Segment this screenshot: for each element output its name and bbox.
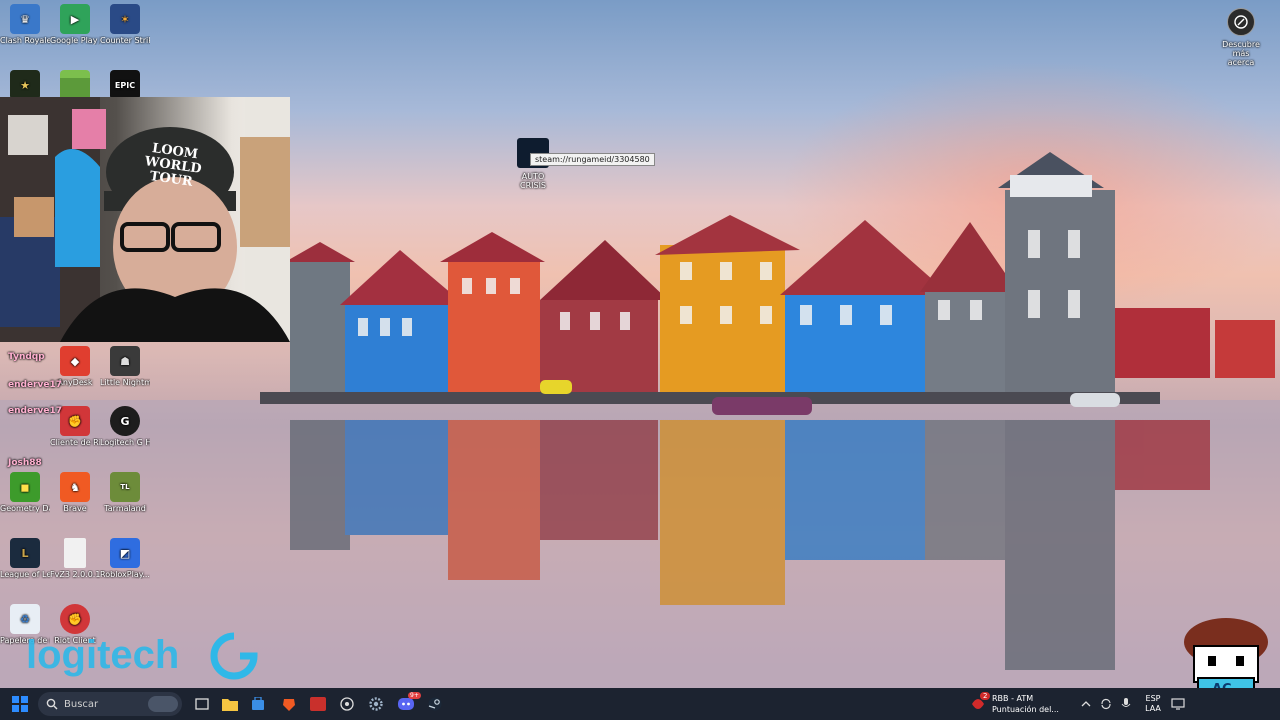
discord-button[interactable]: 9+ (394, 692, 421, 716)
desktop-icon-roblox[interactable]: ◩ RobloxPlay... (100, 538, 150, 579)
chevron-up-icon (1081, 701, 1091, 707)
desktop-icon-geometry-dash[interactable]: ◼ Geometry Dash (0, 472, 50, 513)
keyboard-layout: LAA (1145, 704, 1161, 713)
search-highlight-icon (148, 696, 178, 712)
desktop-icon-label: Clash Royale (0, 36, 50, 45)
file-icon (64, 538, 86, 568)
chat-username: Tyndqp (8, 352, 45, 362)
language-code: ESP (1145, 694, 1161, 703)
discord-badge: 9+ (408, 692, 421, 699)
geometry-dash-icon: ◼ (10, 472, 40, 502)
desktop-icon-label: Tarmaland (104, 504, 146, 513)
task-view-icon (195, 698, 209, 710)
desktop-icon-label: Counter Strike 2 (100, 36, 150, 45)
chat-username: Josh88 (8, 458, 42, 468)
roblox-icon: ◩ (110, 538, 140, 568)
sync-icon (1101, 698, 1111, 710)
notification-subtitle: Puntuación del... (992, 705, 1059, 714)
network-tray-button[interactable] (1166, 692, 1190, 716)
desktop-icon-label: Google Play Juegos (50, 36, 100, 45)
settings-icon (369, 697, 383, 711)
steam-button[interactable] (423, 692, 447, 716)
chatgpt-icon (340, 697, 354, 711)
windows-start-icon (12, 696, 28, 712)
chatgpt-button[interactable] (335, 692, 359, 716)
desktop-icon-counter-strike[interactable]: ✶ Counter Strike 2 (100, 4, 150, 45)
epic-games-icon: EPIC (110, 70, 140, 100)
mefter-button[interactable] (306, 692, 330, 716)
desktop-icon-apk-file[interactable]: FvZ3 2.0.0.1.apk (50, 538, 100, 579)
logitech-logo: logitech (26, 624, 266, 684)
task-view-button[interactable] (190, 692, 214, 716)
desktop-icon-discover[interactable]: Descubre más acerca (1218, 8, 1264, 67)
search-placeholder: Buscar (64, 698, 99, 710)
streamer-camera (0, 97, 290, 342)
steam-url-tooltip: steam://rungameid/3304580 (530, 153, 655, 166)
discord-icon (398, 698, 414, 710)
desktop-icon-label: AUTO CRISIS (519, 172, 547, 190)
svg-text:logitech: logitech (26, 633, 179, 677)
desktop-icon-label: FvZ3 2.0.0.1.apk (50, 570, 100, 579)
webcam-overlay: LOOM WORLD TOUR (0, 97, 290, 342)
mefter-icon (310, 697, 326, 711)
chat-username: enderve17 (8, 406, 62, 416)
spotlight-icon (1227, 8, 1255, 36)
search-icon (46, 698, 58, 710)
brave-icon: ♞ (60, 472, 90, 502)
desktop-icon-label: Geometry Dash (0, 504, 50, 513)
microphone-icon (1121, 698, 1131, 707)
chat-username: enderve17 (8, 380, 62, 390)
brave-taskbar-button[interactable] (277, 692, 301, 716)
desktop-icon-label: League of Legends (0, 570, 50, 579)
monitor-network-icon (1171, 698, 1185, 710)
start-button[interactable] (8, 692, 32, 716)
search-input[interactable]: Buscar (38, 692, 182, 716)
steam-icon (428, 697, 442, 711)
microphone-tray-button[interactable] (1114, 692, 1138, 716)
file-explorer-icon (222, 699, 238, 711)
discover-label: Descubre más acerca (1222, 40, 1260, 67)
language-indicator[interactable]: ESP LAA (1144, 694, 1162, 714)
tarmaland-icon: TL (110, 472, 140, 502)
tray-notification[interactable]: 2 RBB - ATM Puntuación del... (970, 690, 1070, 718)
stream-chat-overlay: Tyndqp enderve17 enderve17 Josh88 (0, 342, 180, 472)
desktop-icon-google-play-games[interactable]: ▶ Google Play Juegos (50, 4, 100, 45)
taskbar: Buscar 9+ 2 RBB - ATM Puntuación del... (0, 688, 1280, 720)
desktop-icon-label: RobloxPlay... (100, 570, 150, 579)
store-button[interactable] (246, 692, 270, 716)
desktop-icon-clash-royale[interactable]: ♛ Clash Royale (0, 4, 50, 45)
desktop-icon-label: Brave (63, 504, 87, 513)
file-explorer-button[interactable] (218, 692, 242, 716)
league-of-legends-icon: L (10, 538, 40, 568)
desktop-icon-league-of-legends[interactable]: L League of Legends (0, 538, 50, 579)
store-icon (252, 697, 264, 710)
counter-strike-icon: ✶ (110, 4, 140, 34)
clash-royale-icon: ♛ (10, 4, 40, 34)
desktop-icon-tarmaland[interactable]: TL Tarmaland (100, 472, 150, 513)
desktop-icon-brave[interactable]: ♞ Brave (50, 472, 100, 513)
brave-icon (283, 699, 295, 711)
settings-button[interactable] (364, 692, 388, 716)
google-play-games-icon: ▶ (60, 4, 90, 34)
notification-badge: 2 (980, 692, 991, 700)
notification-title: RBB - ATM (992, 694, 1034, 703)
game-icon: ★ (10, 70, 40, 100)
